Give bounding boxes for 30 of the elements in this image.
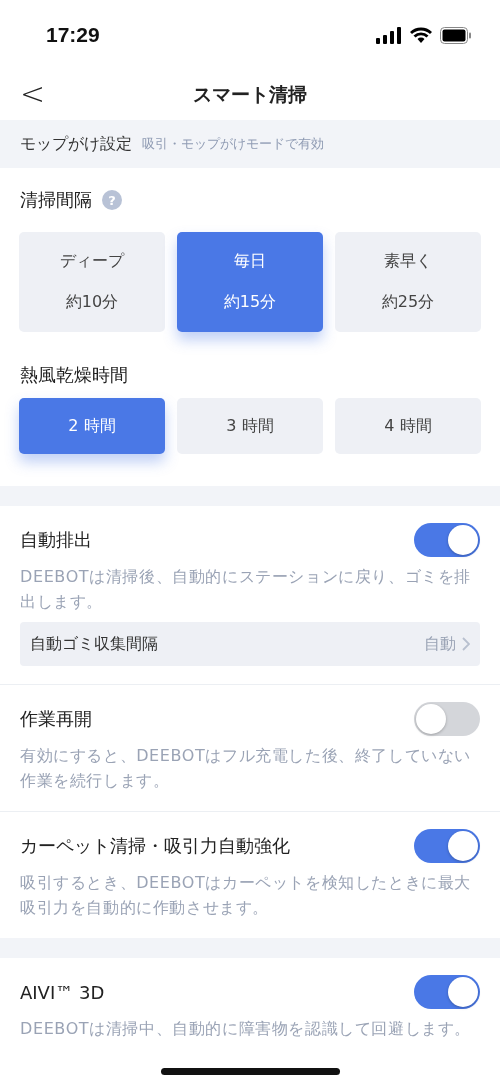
page-title: スマート清掃: [193, 82, 307, 107]
setting-label: 熱風乾燥時間: [20, 363, 128, 387]
setting-title: カーペット清掃・吸引力自動強化: [20, 834, 290, 858]
setting-title: 作業再開: [20, 707, 92, 731]
interval-option[interactable]: 毎日 約15分: [177, 232, 323, 332]
drying-option[interactable]: 2 時間: [19, 398, 165, 454]
setting-description: DEEBOTは清掃中、自動的に障害物を認識して回避します。: [20, 1018, 472, 1040]
setting-title: 自動排出: [20, 528, 92, 552]
status-time: 17:29: [46, 23, 100, 47]
section-note: 吸引・モップがけモードで有効: [142, 135, 324, 153]
setting-title: AIVI™ 3D: [20, 981, 105, 1003]
toggle-switch[interactable]: [414, 702, 480, 736]
setting-description: 有効にすると、DEEBOTはフル充電した後、終了していない作業を続行します。: [20, 745, 472, 792]
back-button[interactable]: <: [16, 76, 50, 111]
drying-option[interactable]: 4 時間: [335, 398, 481, 454]
wifi-icon: [410, 26, 432, 44]
interval-option[interactable]: ディープ 約10分: [19, 232, 165, 332]
toggle-switch[interactable]: [414, 975, 480, 1009]
toggle-switch[interactable]: [414, 523, 480, 557]
setting-label: 清掃間隔: [20, 188, 92, 212]
setting-description: DEEBOTは清掃後、自動的にステーションに戻り、ゴミを排出します。: [20, 566, 472, 613]
toggle-switch[interactable]: [414, 829, 480, 863]
battery-icon: [440, 26, 472, 44]
setting-description: 吸引するとき、DEEBOTはカーペットを検知したときに最大吸引力を自動的に作動させます。: [20, 872, 472, 919]
signal-icon: [376, 26, 402, 44]
section-title: モップがけ設定: [20, 133, 132, 155]
interval-row[interactable]: 自動ゴミ収集間隔 自動: [20, 622, 480, 666]
interval-option[interactable]: 素早く 約25分: [335, 232, 481, 332]
drying-option[interactable]: 3 時間: [177, 398, 323, 454]
chevron-right-icon: [462, 637, 470, 651]
